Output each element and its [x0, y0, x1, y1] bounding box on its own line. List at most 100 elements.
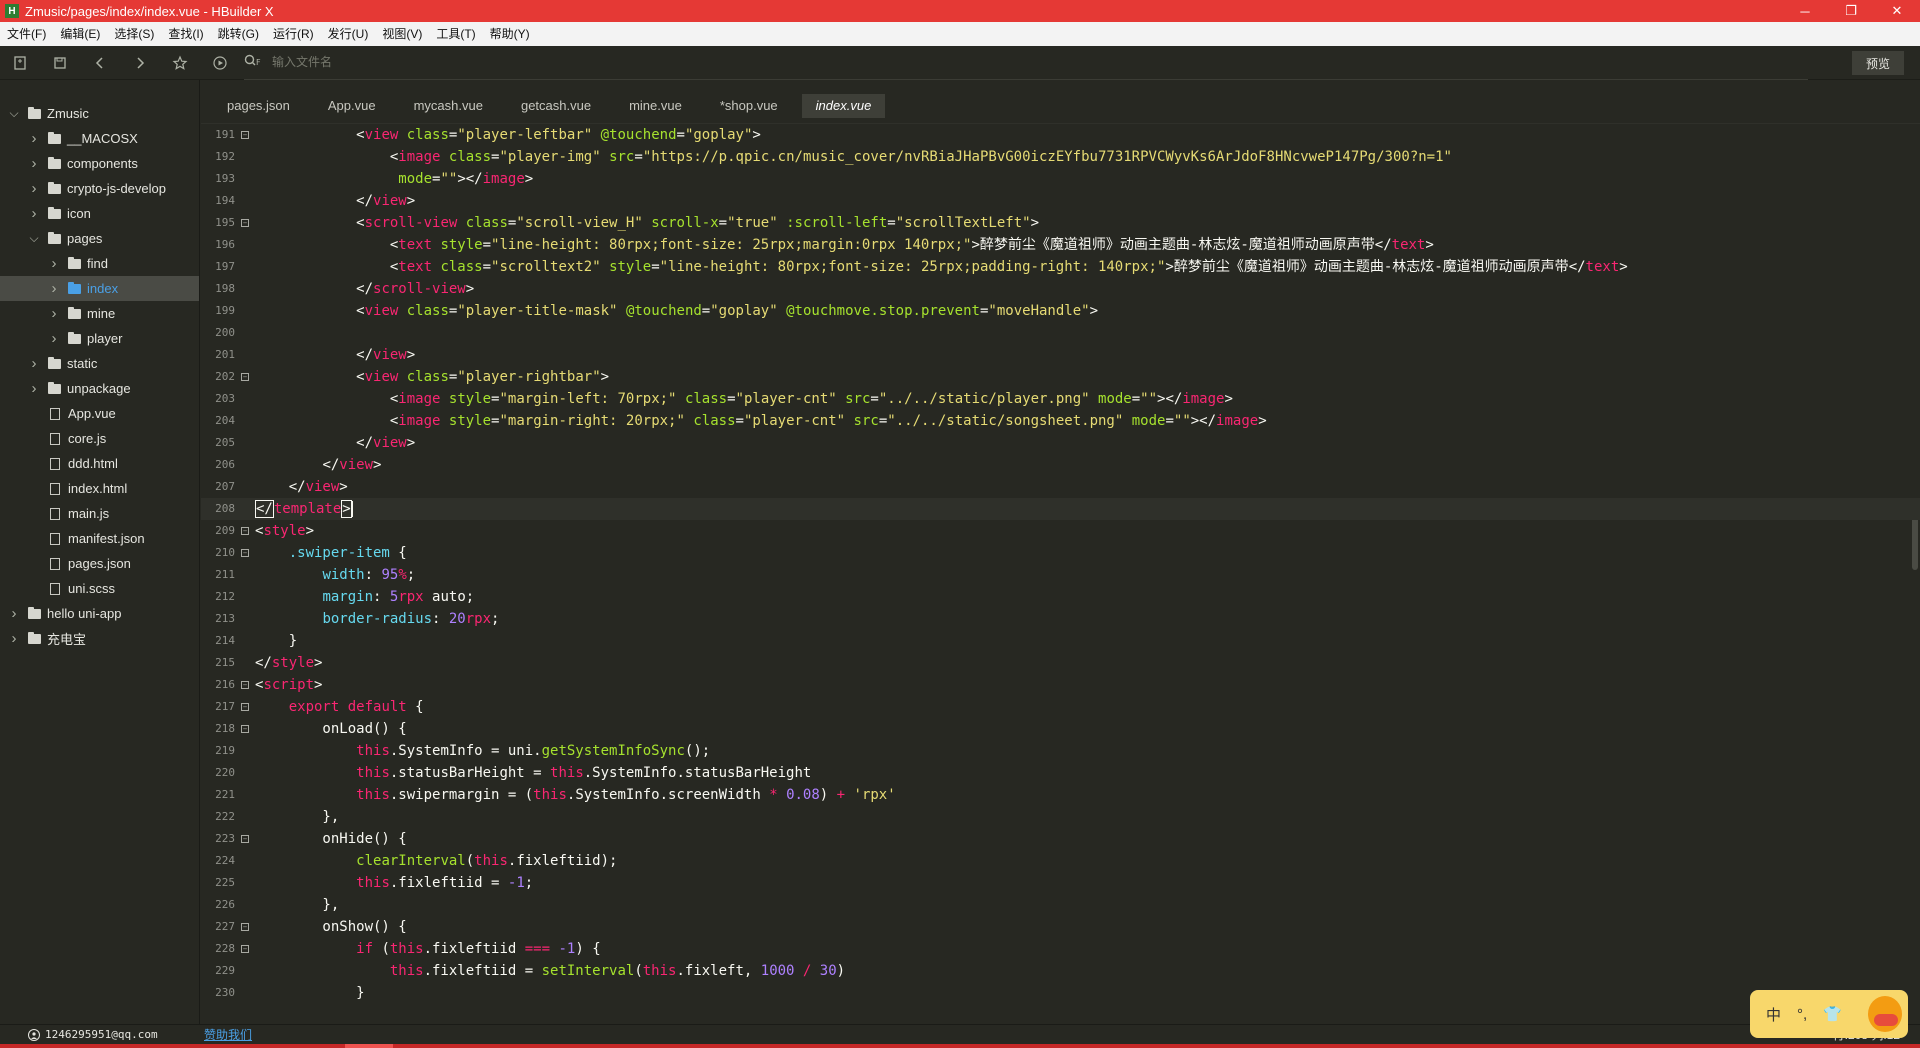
chevron-right-icon[interactable]: › [8, 605, 20, 622]
code-line[interactable]: 208 </template> [201, 498, 1920, 520]
chevron-down-icon[interactable]: ⌵ [8, 106, 20, 121]
tree-item-core-js[interactable]: core.js [0, 426, 199, 451]
tree-item-components[interactable]: › components [0, 151, 199, 176]
tree-item-hello-uni-app[interactable]: › hello uni-app [0, 601, 199, 626]
tree-item-icon[interactable]: › icon [0, 201, 199, 226]
tree-item-zmusic[interactable]: ⌵ Zmusic [0, 101, 199, 126]
fold-toggle-icon[interactable]: − [241, 681, 249, 689]
tree-item-index[interactable]: › index [0, 276, 199, 301]
code-line[interactable]: 218− onLoad() { [201, 718, 1920, 740]
chevron-right-icon[interactable]: › [48, 255, 60, 272]
tree-item-static[interactable]: › static [0, 351, 199, 376]
tree-item-[interactable]: › 充电宝 [0, 626, 199, 651]
chevron-right-icon[interactable]: › [28, 380, 40, 397]
chevron-right-icon[interactable]: › [48, 330, 60, 347]
menu-run[interactable]: 运行(R) [266, 22, 321, 46]
fold-toggle-icon[interactable]: − [241, 373, 249, 381]
code-line[interactable]: 206 </view> [201, 454, 1920, 476]
code-line[interactable]: 212 margin: 5rpx auto; [201, 586, 1920, 608]
tree-item-main-js[interactable]: main.js [0, 501, 199, 526]
fold-toggle-icon[interactable]: − [241, 219, 249, 227]
tree-item-uni-scss[interactable]: uni.scss [0, 576, 199, 601]
fold-toggle-icon[interactable]: − [241, 835, 249, 843]
code-line[interactable]: 192 <image class="player-img" src="https… [201, 146, 1920, 168]
menu-goto[interactable]: 跳转(G) [211, 22, 266, 46]
fold-toggle-icon[interactable]: − [241, 945, 249, 953]
code-line[interactable]: 202− <view class="player-rightbar"> [201, 366, 1920, 388]
ime-toolbar[interactable]: 中 °, 👕 [1750, 990, 1908, 1038]
tab-mine-vue[interactable]: mine.vue [615, 94, 696, 118]
code-line[interactable]: 216− <script> [201, 674, 1920, 696]
code-line[interactable]: 209− <style> [201, 520, 1920, 542]
code-line[interactable]: 222 }, [201, 806, 1920, 828]
chevron-right-icon[interactable]: › [28, 205, 40, 222]
account-info[interactable]: 1246295951@qq.com [28, 1028, 158, 1041]
tree-item-pages-json[interactable]: pages.json [0, 551, 199, 576]
code-line[interactable]: 197 <text class="scrolltext2" style="lin… [201, 256, 1920, 278]
new-file-icon[interactable] [0, 46, 40, 80]
code-line[interactable]: 221 this.swipermargin = (this.SystemInfo… [201, 784, 1920, 806]
menu-select[interactable]: 选择(S) [107, 22, 161, 46]
code-line[interactable]: 199 <view class = "player-title-mask" @tou… [201, 300, 1920, 322]
sponsor-link[interactable]: 赞助我们 [204, 1026, 252, 1043]
code-editor[interactable]: 191− <view class="player-leftbar" @touch… [201, 124, 1920, 1024]
chevron-right-icon[interactable]: › [28, 130, 40, 147]
code-line[interactable]: 211 width: 95%; [201, 564, 1920, 586]
minimize-button[interactable]: ─ [1782, 0, 1828, 22]
menu-view[interactable]: 视图(V) [375, 22, 429, 46]
code-line[interactable]: 215 </style> [201, 652, 1920, 674]
code-line[interactable]: 230 } [201, 982, 1920, 1004]
tab-shop-vue[interactable]: *shop.vue [706, 94, 792, 118]
menu-find[interactable]: 查找(I) [161, 22, 210, 46]
tree-item-macosx[interactable]: › __MACOSX [0, 126, 199, 151]
code-line[interactable]: 203 <image style="margin-left: 70rpx;" c… [201, 388, 1920, 410]
preview-button[interactable]: 预览 [1852, 51, 1904, 75]
menu-help[interactable]: 帮助(Y) [483, 22, 537, 46]
ime-mascot-icon[interactable] [1868, 996, 1902, 1032]
code-line[interactable]: 219 this.SystemInfo = uni.getSystemInfoS… [201, 740, 1920, 762]
code-line[interactable]: 228− if (this.fixleftiid === -1) { [201, 938, 1920, 960]
fold-toggle-icon[interactable]: − [241, 703, 249, 711]
tree-item-manifest-json[interactable]: manifest.json [0, 526, 199, 551]
chevron-right-icon[interactable]: › [48, 305, 60, 322]
code-line[interactable]: 224 clearInterval(this.fixleftiid); [201, 850, 1920, 872]
back-icon[interactable] [80, 46, 120, 80]
save-icon[interactable] [40, 46, 80, 80]
chevron-right-icon[interactable]: › [8, 630, 20, 647]
code-line[interactable]: 220 this.statusBarHeight = this.SystemIn… [201, 762, 1920, 784]
tree-item-unpackage[interactable]: › unpackage [0, 376, 199, 401]
code-line[interactable]: 194 </view> [201, 190, 1920, 212]
menu-edit[interactable]: 编辑(E) [53, 22, 107, 46]
ime-punctuation-toggle[interactable]: °, [1797, 1006, 1807, 1023]
code-line[interactable]: 210− .swiper-item { [201, 542, 1920, 564]
star-icon[interactable] [160, 46, 200, 80]
code-line[interactable]: 201 </view> [201, 344, 1920, 366]
code-line[interactable]: 223− onHide() { [201, 828, 1920, 850]
code-line[interactable]: 207 </view> [201, 476, 1920, 498]
fold-toggle-icon[interactable]: − [241, 527, 249, 535]
forward-icon[interactable] [120, 46, 160, 80]
code-line[interactable]: 214 } [201, 630, 1920, 652]
code-line[interactable]: 195− <scroll-view class = "scroll-view_H" … [201, 212, 1920, 234]
tree-item-index-html[interactable]: index.html [0, 476, 199, 501]
tree-item-pages[interactable]: ⌵ pages [0, 226, 199, 251]
menu-publish[interactable]: 发行(U) [321, 22, 376, 46]
tree-item-app-vue[interactable]: App.vue [0, 401, 199, 426]
tab-index-vue[interactable]: index.vue [801, 94, 886, 118]
close-button[interactable]: ✕ [1874, 0, 1920, 22]
code-line[interactable]: 200 [201, 322, 1920, 344]
menu-tools[interactable]: 工具(T) [429, 22, 482, 46]
ime-skin-icon[interactable]: 👕 [1823, 1005, 1842, 1023]
tab-mycash-vue[interactable]: mycash.vue [400, 94, 497, 118]
ime-language-toggle[interactable]: 中 [1766, 1004, 1781, 1025]
tree-item-find[interactable]: › find [0, 251, 199, 276]
fold-toggle-icon[interactable]: − [241, 923, 249, 931]
run-icon[interactable] [200, 46, 240, 80]
code-line[interactable]: 225 this.fixleftiid = -1; [201, 872, 1920, 894]
code-line[interactable]: 196 <text style="line-height: 80rpx;font… [201, 234, 1920, 256]
code-line[interactable]: 193 mode=""></image> [201, 168, 1920, 190]
tree-item-ddd-html[interactable]: ddd.html [0, 451, 199, 476]
chevron-right-icon[interactable]: › [28, 155, 40, 172]
menu-file[interactable]: 文件(F) [0, 22, 53, 46]
tab-pages-json[interactable]: pages.json [213, 94, 304, 118]
